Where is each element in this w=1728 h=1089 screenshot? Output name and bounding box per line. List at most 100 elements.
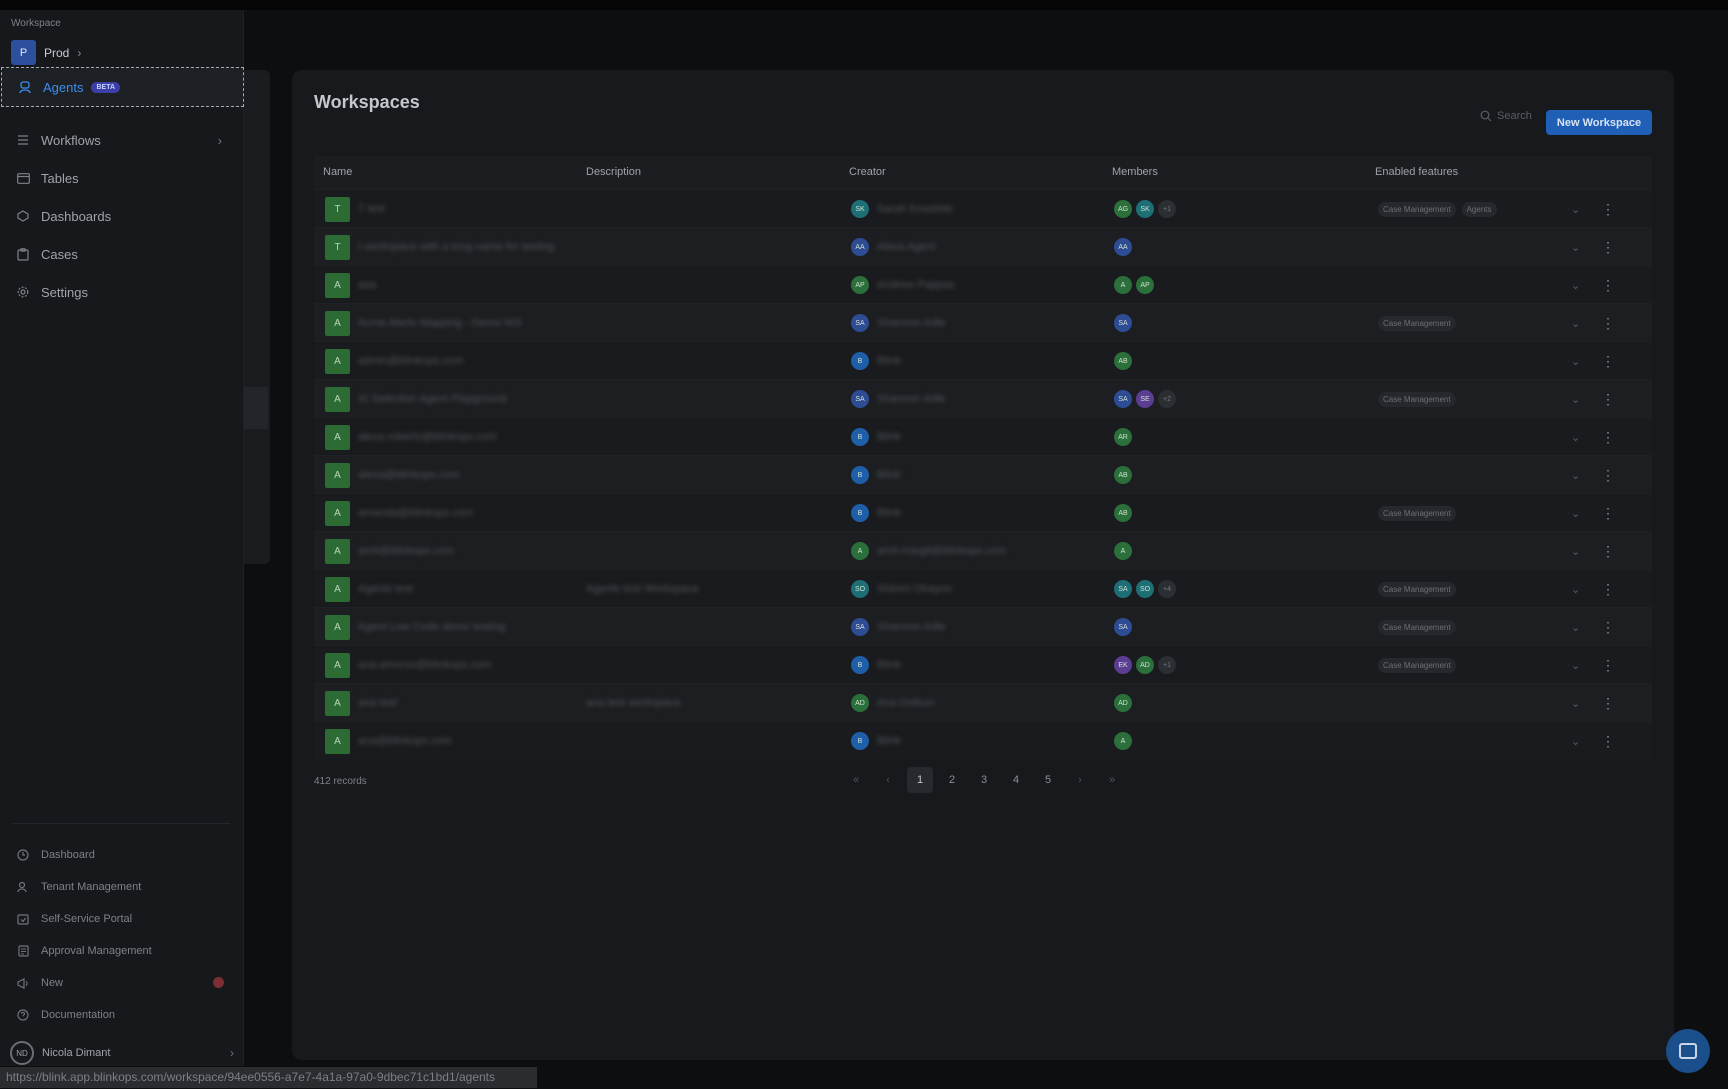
chevron-down-icon[interactable]: ⌄ (1571, 304, 1580, 342)
chevron-down-icon[interactable]: ⌄ (1571, 228, 1580, 266)
workspace-name[interactable]: ana test (358, 697, 397, 709)
sidebar-item-tables[interactable]: Tables (0, 159, 244, 197)
more-options-icon[interactable]: ⋮ (1599, 494, 1617, 532)
members-cell[interactable]: SA SE +2 (1114, 380, 1180, 418)
workspace-name[interactable]: AI Selection Agent Playground (358, 393, 507, 405)
more-options-icon[interactable]: ⋮ (1599, 304, 1617, 342)
members-cell[interactable]: EK AD +1 (1114, 646, 1180, 684)
last-page-icon[interactable]: » (1099, 767, 1125, 793)
workspace-name[interactable]: Agent Low Code demo testing (358, 621, 505, 633)
page-button-5[interactable]: 5 (1035, 767, 1061, 793)
members-cell[interactable]: AD (1114, 684, 1136, 722)
chevron-down-icon[interactable]: ⌄ (1571, 418, 1580, 456)
more-options-icon[interactable]: ⋮ (1599, 532, 1617, 570)
column-header-members[interactable]: Members (1112, 166, 1158, 178)
more-members-badge[interactable]: +1 (1158, 656, 1176, 674)
workspace-name[interactable]: aaa (358, 279, 376, 291)
sidebar-item-documentation[interactable]: Documentation (0, 1001, 244, 1029)
more-options-icon[interactable]: ⋮ (1599, 190, 1617, 228)
column-header-description[interactable]: Description (586, 166, 641, 178)
members-cell[interactable]: AB (1114, 342, 1136, 380)
sidebar-item-tenant-management[interactable]: Tenant Management (0, 873, 244, 901)
members-cell[interactable]: A (1114, 722, 1136, 760)
more-members-badge[interactable]: +2 (1158, 390, 1176, 408)
column-header-creator[interactable]: Creator (849, 166, 886, 178)
more-options-icon[interactable]: ⋮ (1599, 684, 1617, 722)
more-members-badge[interactable]: +4 (1158, 580, 1176, 598)
workspace-name[interactable]: ana@blinkops.com (358, 735, 452, 747)
table-row[interactable]: Aana@blinkops.com B Blink A ⌄ ⋮ (314, 721, 1652, 759)
page-button-4[interactable]: 4 (1003, 767, 1029, 793)
table-row[interactable]: A Agents test Agents test Workspace SO Shlom… (314, 569, 1652, 607)
sidebar-item-self-service-portal[interactable]: Self-Service Portal (0, 905, 244, 933)
more-options-icon[interactable]: ⋮ (1599, 418, 1617, 456)
more-options-icon[interactable]: ⋮ (1599, 380, 1617, 418)
table-row[interactable]: A Agent Low Code demo testing SA Shannon Ad… (314, 607, 1652, 645)
workspace-name[interactable]: Agents test (358, 583, 413, 595)
sidebar-item-settings[interactable]: Settings (0, 273, 244, 311)
table-row[interactable]: TT test SK Sarah Kowalski AG SK +1 Case Manage… (314, 189, 1652, 227)
more-options-icon[interactable]: ⋮ (1599, 266, 1617, 304)
table-row[interactable]: Tt workspace with a long name for testin… (314, 227, 1652, 265)
more-options-icon[interactable]: ⋮ (1599, 646, 1617, 684)
members-cell[interactable]: SA SO +4 (1114, 570, 1180, 608)
sidebar-item-dashboards[interactable]: Dashboards (0, 197, 244, 235)
members-cell[interactable]: SA (1114, 608, 1136, 646)
sidebar-scrollbar[interactable] (244, 387, 268, 429)
column-header-name[interactable]: Name (323, 166, 352, 178)
previous-page-icon[interactable]: ‹ (875, 767, 901, 793)
members-cell[interactable]: AB (1114, 456, 1136, 494)
chevron-down-icon[interactable]: ⌄ (1571, 190, 1580, 228)
workspace-switcher[interactable]: P Prod › (11, 40, 81, 65)
chevron-down-icon[interactable]: ⌄ (1571, 494, 1580, 532)
table-row[interactable]: Aaaa AP Andrew Pappas A AP ⌄ ⋮ (314, 265, 1652, 303)
column-header-enabled-features[interactable]: Enabled features (1375, 166, 1458, 178)
members-cell[interactable]: SA (1114, 304, 1136, 342)
sidebar-item-new[interactable]: New (0, 969, 244, 997)
members-cell[interactable]: AA (1114, 228, 1136, 266)
table-row[interactable]: A Acme Alerts Mapping - Demo WS SA Shannon … (314, 303, 1652, 341)
chevron-down-icon[interactable]: ⌄ (1571, 342, 1580, 380)
page-button-1[interactable]: 1 (907, 767, 933, 793)
members-cell[interactable]: A (1114, 532, 1136, 570)
workspace-name[interactable]: admin@blinkops.com (358, 355, 463, 367)
members-cell[interactable]: A AP (1114, 266, 1158, 304)
sidebar-item-workflows[interactable]: Workflows › (0, 121, 244, 159)
table-row[interactable]: Aana test ana test workspace AD Ana Dolhun A… (314, 683, 1652, 721)
workspace-name[interactable]: T test (358, 203, 385, 215)
page-button-3[interactable]: 3 (971, 767, 997, 793)
workspace-name[interactable]: amanda@blinkops.com (358, 507, 473, 519)
new-workspace-button[interactable]: New Workspace (1546, 110, 1652, 135)
workspace-name[interactable]: ana.amoros@blinkops.com (358, 659, 491, 671)
sidebar-item-dashboard[interactable]: Dashboard (0, 841, 244, 869)
next-page-icon[interactable]: › (1067, 767, 1093, 793)
more-options-icon[interactable]: ⋮ (1599, 456, 1617, 494)
table-row[interactable]: Aadmin@blinkops.com B Blink AB ⌄ ⋮ (314, 341, 1652, 379)
more-options-icon[interactable]: ⋮ (1599, 722, 1617, 760)
table-row[interactable]: Aamanda@blinkops.com B Blink AB Case Managem… (314, 493, 1652, 531)
first-page-icon[interactable]: « (843, 767, 869, 793)
chevron-down-icon[interactable]: ⌄ (1571, 722, 1580, 760)
sidebar-item-approval-management[interactable]: Approval Management (0, 937, 244, 965)
chevron-down-icon[interactable]: ⌄ (1571, 684, 1580, 722)
table-row[interactable]: Aalexa.roberts@blinkops.com B Blink AR ⌄ ⋮ (314, 417, 1652, 455)
chevron-down-icon[interactable]: ⌄ (1571, 608, 1580, 646)
chevron-down-icon[interactable]: ⌄ (1571, 266, 1580, 304)
user-menu[interactable]: ND Nicola Dimant › (10, 1040, 234, 1066)
table-row[interactable]: Aalexa@blinkops.com B Blink AB ⌄ ⋮ (314, 455, 1652, 493)
chevron-down-icon[interactable]: ⌄ (1571, 570, 1580, 608)
workspace-name[interactable]: amit@blinkops.com (358, 545, 454, 557)
chevron-down-icon[interactable]: ⌄ (1571, 380, 1580, 418)
table-row[interactable]: Aana.amoros@blinkops.com B Blink EK AD +1 Case… (314, 645, 1652, 683)
table-row[interactable]: A AI Selection Agent Playground SA Shannon … (314, 379, 1652, 417)
chat-button[interactable] (1666, 1029, 1710, 1073)
members-cell[interactable]: AB (1114, 494, 1136, 532)
table-row[interactable]: Aamit@blinkops.com Aamit.margil@blinkops.… (314, 531, 1652, 569)
page-button-2[interactable]: 2 (939, 767, 965, 793)
workspace-name[interactable]: Acme Alerts Mapping - Demo WS (358, 317, 522, 329)
more-options-icon[interactable]: ⋮ (1599, 342, 1617, 380)
chevron-down-icon[interactable]: ⌄ (1571, 532, 1580, 570)
sidebar-item-agents[interactable]: Agents BETA (1, 67, 244, 107)
members-cell[interactable]: AG SK +1 (1114, 190, 1180, 228)
workspace-name[interactable]: t workspace with a long name for testing (358, 241, 554, 253)
